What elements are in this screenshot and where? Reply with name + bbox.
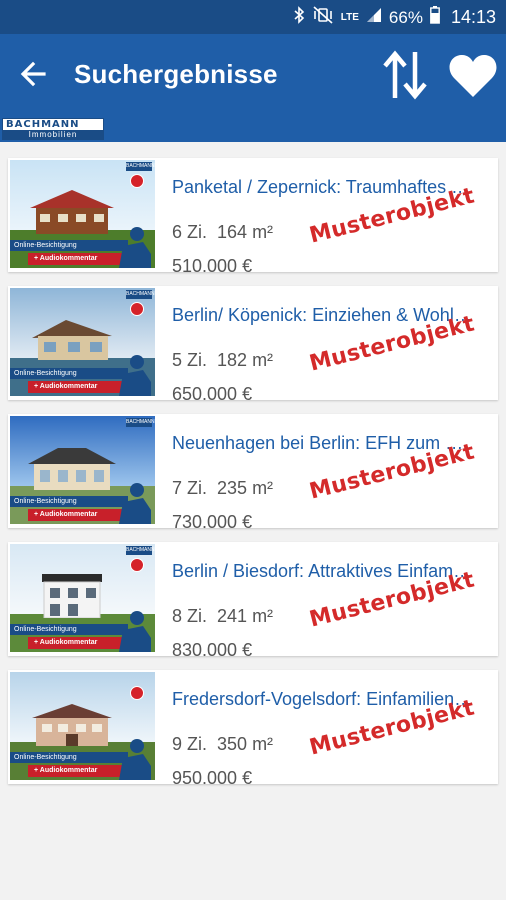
network-label: LTE — [340, 12, 359, 23]
thumb-tag: BACHMANN — [126, 162, 155, 171]
online-label: Online-Besichtigung — [10, 240, 128, 251]
badge-icon — [130, 174, 144, 188]
listing-rooms: 5 Zi. — [172, 350, 208, 370]
listing-size: 6 Zi. 164 m² — [172, 222, 273, 243]
badge-icon — [130, 558, 144, 572]
online-label: Online-Besichtigung — [10, 368, 128, 379]
bluetooth-icon — [293, 6, 305, 29]
logo-line2: Immobilien — [3, 130, 103, 139]
person-icon — [119, 739, 151, 780]
app-bar: Suchergebnisse — [0, 34, 506, 116]
listing-area: 350 m² — [217, 734, 274, 754]
signal-icon — [366, 7, 382, 28]
listing-image[interactable]: Online-Besichtigung + Audiokommentar — [10, 672, 155, 780]
listing-image[interactable]: BACHMANN Online-Besichtigung + Audiokomm… — [10, 160, 155, 268]
listing-rooms: 8 Zi. — [172, 606, 208, 626]
listing-size: 5 Zi. 182 m² — [172, 350, 273, 371]
listing-card[interactable]: BACHMANN Online-Besichtigung + Audiokomm… — [8, 158, 498, 276]
listing-image[interactable]: BACHMANN Online-Besichtigung + Audiokomm… — [10, 288, 155, 396]
battery-percent: 66% — [388, 7, 423, 27]
bachmann-logo: BACHMANN Immobilien — [2, 118, 104, 140]
listing-rooms: 6 Zi. — [172, 222, 208, 242]
listing-price: 650.000 € — [172, 384, 253, 404]
back-arrow-icon[interactable] — [18, 58, 50, 90]
listing-area: 182 m² — [217, 350, 274, 370]
listing-size: 8 Zi. 241 m² — [172, 606, 273, 627]
page-title: Suchergebnisse — [74, 59, 278, 89]
listing-image[interactable]: BACHMANN Online-Besichtigung + Audiokomm… — [10, 416, 155, 524]
listing-rooms: 7 Zi. — [172, 478, 208, 498]
sort-arrows-icon[interactable] — [382, 50, 428, 100]
online-label: Online-Besichtigung — [10, 752, 128, 763]
status-bar: LTE 66% 14:13 — [0, 0, 506, 34]
thumb-tag: BACHMANN — [126, 546, 155, 555]
listing-card[interactable]: Online-Besichtigung + Audiokommentar Fre… — [8, 670, 498, 788]
logo-line1: BACHMANN — [6, 119, 80, 130]
listing-card[interactable]: BACHMANN Online-Besichtigung + Audiokomm… — [8, 286, 498, 404]
listing-price: 730.000 € — [172, 512, 253, 532]
listing-price: 950.000 € — [172, 768, 253, 788]
listing-size: 9 Zi. 350 m² — [172, 734, 273, 755]
listing-price: 510.000 € — [172, 256, 253, 276]
thumb-tag: BACHMANN — [126, 418, 155, 427]
vibrate-mute-icon — [312, 6, 334, 29]
online-label: Online-Besichtigung — [10, 496, 128, 507]
person-icon — [119, 483, 151, 524]
listing-rooms: 9 Zi. — [172, 734, 208, 754]
badge-icon — [130, 686, 144, 700]
thumb-tag: BACHMANN — [126, 290, 155, 299]
listing-area: 235 m² — [217, 478, 274, 498]
online-label: Online-Besichtigung — [10, 624, 128, 635]
battery-icon — [430, 6, 440, 29]
person-icon — [119, 355, 151, 396]
badge-icon — [130, 302, 144, 316]
listing-card[interactable]: BACHMANN Online-Besichtigung + Audiokomm… — [8, 414, 498, 532]
person-icon — [119, 227, 151, 268]
person-icon — [119, 611, 151, 652]
listing-price: 830.000 € — [172, 640, 253, 660]
listing-area: 164 m² — [217, 222, 274, 242]
listing-card[interactable]: BACHMANN Online-Besichtigung + Audiokomm… — [8, 542, 498, 660]
listing-size: 7 Zi. 235 m² — [172, 478, 273, 499]
heart-icon[interactable] — [448, 53, 498, 99]
listing-image[interactable]: BACHMANN Online-Besichtigung + Audiokomm… — [10, 544, 155, 652]
clock: 14:13 — [450, 7, 496, 27]
listing-area: 241 m² — [217, 606, 274, 626]
status-icons: LTE 66% 14:13 — [293, 6, 496, 29]
